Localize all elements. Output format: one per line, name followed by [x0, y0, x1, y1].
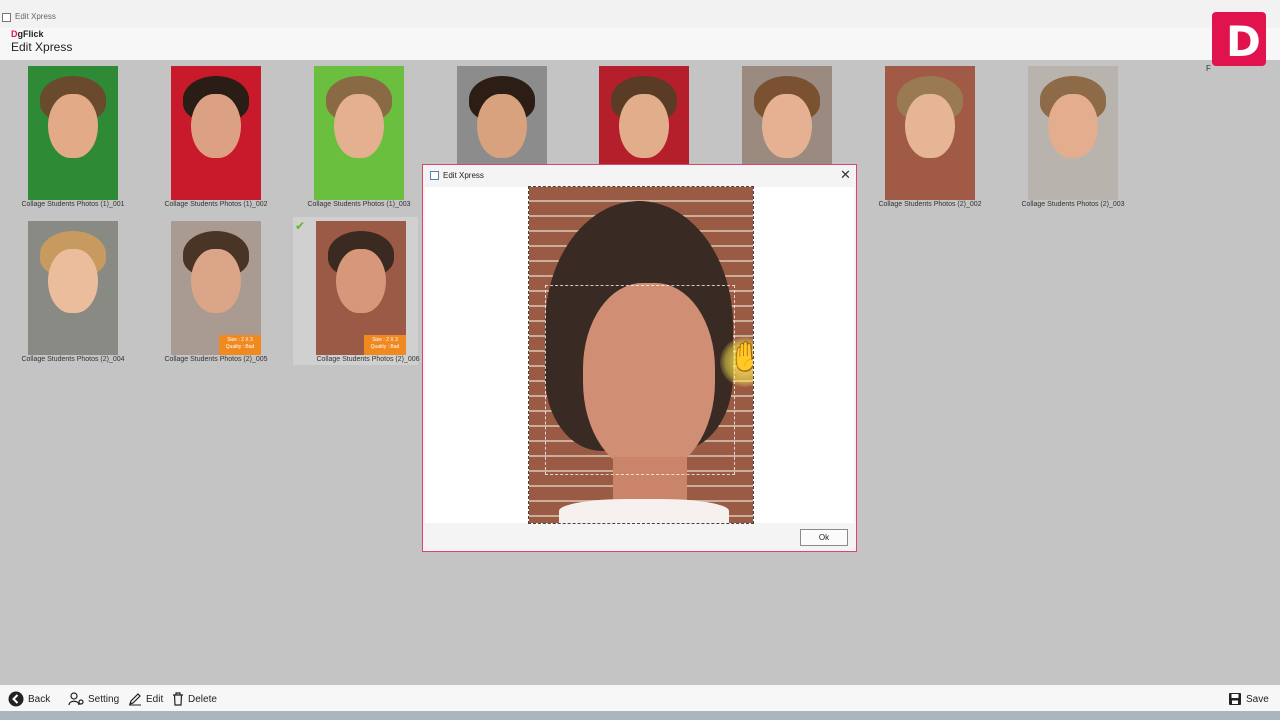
thumbnail-image	[314, 66, 404, 200]
app-header: DgFlick Edit Xpress F	[0, 28, 1280, 73]
save-button[interactable]: Save	[1228, 691, 1269, 707]
floppy-disk-icon	[1229, 693, 1241, 705]
thumbnail-image	[885, 66, 975, 200]
thumbnail-caption: Collage Students Photos (2)_004	[21, 356, 125, 363]
selected-check-icon: ✔	[295, 219, 306, 233]
photo-thumbnail[interactable]: Collage Students Photos (2)_002	[877, 62, 1019, 212]
edit-xpress-dialog: Edit Xpress ✕ ✋ Ok	[422, 164, 857, 552]
quality-size-text: Size : 2 X 3	[227, 337, 253, 343]
quality-rating-text: Quality : Bad	[225, 344, 255, 350]
crop-selection-rectangle[interactable]	[545, 285, 735, 475]
thumbnail-face	[191, 249, 241, 313]
app-logo: DgFlick	[11, 29, 44, 39]
setting-button[interactable]: Setting	[68, 691, 119, 707]
dialog-title: Edit Xpress	[443, 171, 484, 180]
quality-size-text: Size : 2 X 3	[372, 337, 398, 343]
thumbnail-face	[191, 94, 241, 158]
photo-thumbnail[interactable]: Collage Students Photos (1)_002	[163, 62, 305, 212]
photo-thumbnail[interactable]: Collage Students Photos (1)_001	[20, 62, 162, 212]
back-arrow-icon	[8, 691, 24, 707]
thumbnail-face	[619, 94, 669, 158]
thumbnail-image: Size : 2 X 3 Quality : Bad	[316, 221, 406, 355]
thumbnail-face	[1048, 94, 1098, 158]
brand-logo: D	[1212, 12, 1266, 66]
delete-label: Delete	[188, 693, 217, 705]
window-title: Edit Xpress	[15, 12, 56, 21]
thumbnail-face	[905, 94, 955, 158]
user-gear-icon	[68, 692, 84, 706]
trash-icon	[173, 692, 183, 706]
thumbnail-caption: Collage Students Photos (2)_003	[1021, 201, 1125, 208]
photo-thumbnail[interactable]: Size : 2 X 3 Quality : Bad Collage Student…	[163, 217, 305, 367]
back-label: Back	[28, 693, 51, 705]
dialog-app-icon	[430, 171, 439, 180]
photo-thumbnail[interactable]: Size : 2 X 3 Quality : Bad ✔ Collage Studen…	[293, 217, 420, 365]
photo-shirt	[559, 499, 729, 523]
thumbnail-face	[48, 94, 98, 158]
thumbnail-face	[334, 94, 384, 158]
thumbnail-caption: Collage Students Photos (2)_006	[316, 356, 420, 363]
thumbnail-image	[28, 221, 118, 355]
setting-label: Setting	[88, 693, 120, 705]
thumbnail-face	[477, 94, 527, 158]
save-label: Save	[1246, 693, 1269, 705]
edit-button[interactable]: Edit	[128, 691, 163, 707]
app-window-icon	[2, 13, 11, 22]
thumbnail-face	[48, 249, 98, 313]
brand-logo-letter: D	[1226, 17, 1261, 66]
thumbnail-caption: Collage Students Photos (2)_002	[878, 201, 982, 208]
thumbnail-face	[336, 249, 386, 313]
thumbnail-caption: Collage Students Photos (2)_005	[164, 356, 268, 363]
thumbnail-face	[762, 94, 812, 158]
thumbnail-caption: Collage Students Photos (1)_002	[164, 201, 268, 208]
close-icon[interactable]: ✕	[840, 167, 851, 183]
taskbar-strip	[0, 711, 1280, 720]
crop-editor: ✋	[425, 186, 854, 524]
thumbnail-caption: Collage Students Photos (1)_001	[21, 201, 125, 208]
quality-rating-text: Quality : Bad	[370, 344, 400, 350]
crop-photo[interactable]: ✋	[528, 186, 754, 524]
window-titlebar: Edit Xpress	[0, 0, 1280, 28]
photo-thumbnail[interactable]: Collage Students Photos (2)_004	[20, 217, 162, 367]
back-button[interactable]: Back	[8, 691, 50, 707]
thumbnail-image	[1028, 66, 1118, 200]
hand-cursor-icon: ✋	[729, 341, 753, 372]
quality-badge: Size : 2 X 3 Quality : Bad	[219, 335, 261, 355]
thumbnail-image	[28, 66, 118, 200]
pencil-icon	[129, 693, 141, 706]
page-title: Edit Xpress	[11, 40, 73, 54]
ok-button[interactable]: Ok	[800, 529, 848, 546]
bottom-toolbar: Back Setting Edit Delete Save	[0, 685, 1280, 711]
photo-thumbnail[interactable]: Collage Students Photos (2)_003	[1020, 62, 1162, 212]
edit-label: Edit	[146, 693, 164, 705]
quality-badge: Size : 2 X 3 Quality : Bad	[364, 335, 406, 355]
thumbnail-image: Size : 2 X 3 Quality : Bad	[171, 221, 261, 355]
thumbnail-image	[171, 66, 261, 200]
delete-button[interactable]: Delete	[172, 691, 217, 707]
thumbnail-caption: Collage Students Photos (1)_003	[307, 201, 411, 208]
